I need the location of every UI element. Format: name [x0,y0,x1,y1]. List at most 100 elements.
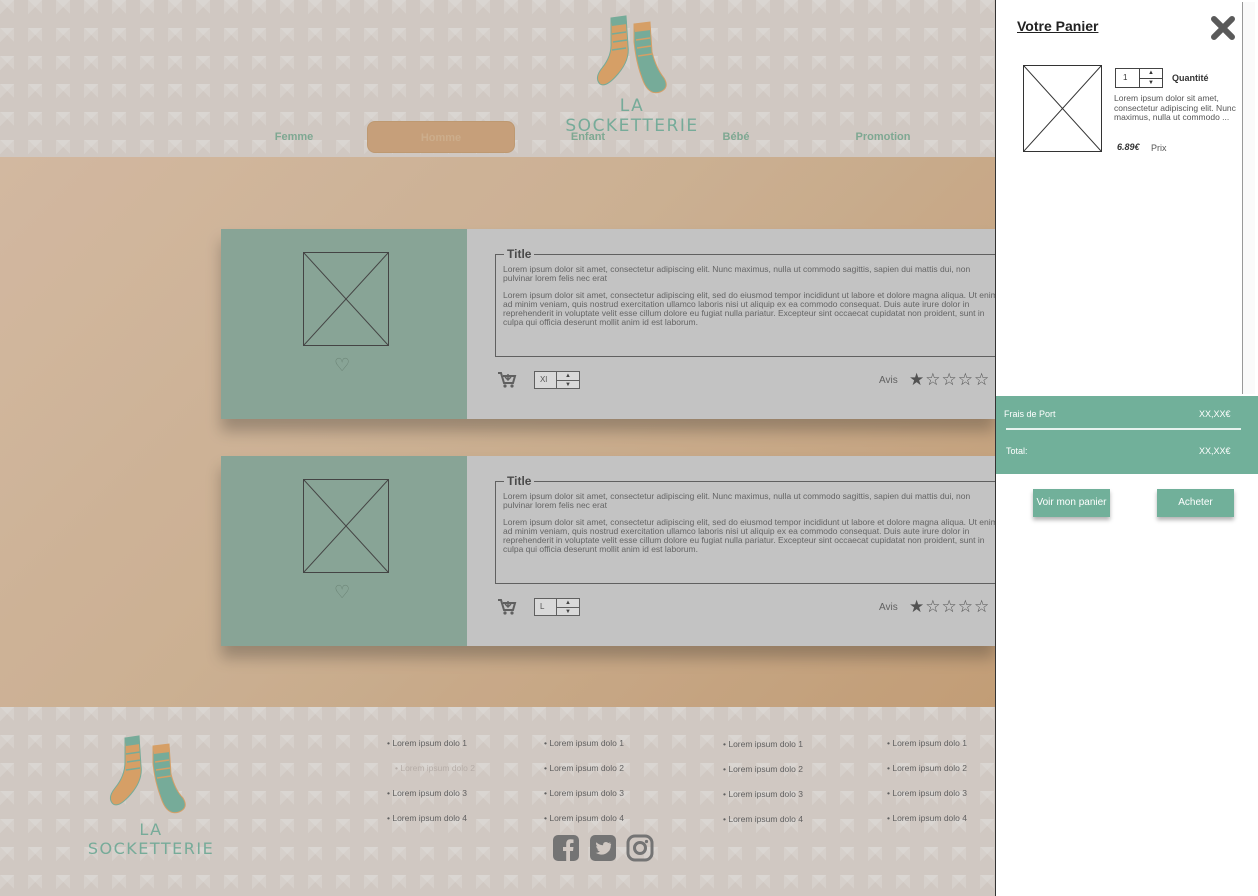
size-stepper[interactable]: Xl ▲ ▼ [534,371,580,389]
cart-panel: Votre Panier 1 ▲ ▼ Quantité Lorem ipsum d… [995,0,1258,896]
store-page: LA SOCKETTERIE Femme Homme Enfant Bébé P… [0,0,995,896]
footer-link[interactable]: • Lorem ipsum dolo 1 [387,737,537,762]
rating-stars[interactable]: ★☆☆☆☆ [909,370,990,390]
product-desc-long: Lorem ipsum dolor sit amet, consectetur … [503,290,995,327]
quantity-value: 1 [1123,73,1128,82]
footer-link[interactable]: • Lorem ipsum dolo 3 [887,787,995,812]
chevron-down-icon[interactable]: ▼ [557,381,579,389]
total-label: Total: [1006,446,1028,456]
cart-item-price: 6.89€ [1117,142,1140,152]
product-image[interactable] [303,479,389,573]
chevron-down-icon[interactable]: ▼ [1140,79,1162,88]
size-value: L [540,602,545,611]
footer-link[interactable]: • Lorem ipsum dolo 1 [544,737,694,762]
buy-button[interactable]: Acheter [1157,489,1234,517]
price-label: Prix [1151,143,1167,153]
close-icon[interactable] [1211,16,1235,40]
star-empty-icon[interactable]: ☆ [974,597,990,616]
footer-link[interactable]: • Lorem ipsum dolo 2 [887,762,995,787]
total-value: XX,XX€ [1199,446,1231,456]
footer-link[interactable]: • Lorem ipsum dolo 3 [723,788,873,813]
product-details: Title Lorem ipsum dolor sit amet, consec… [467,456,995,646]
footer-column: • Lorem ipsum dolo 1 • Lorem ipsum dolo … [723,738,873,838]
cart-item-image[interactable] [1023,65,1102,152]
product-details: Title Lorem ipsum dolor sit amet, consec… [467,229,995,419]
cart-scrollbar[interactable] [1242,2,1255,394]
footer-link[interactable]: • Lorem ipsum dolo 1 [723,738,873,763]
product-image-panel: ♡ [221,456,467,646]
favorite-heart-icon[interactable]: ♡ [334,582,350,603]
star-empty-icon[interactable]: ☆ [925,370,941,389]
footer-link[interactable]: • Lorem ipsum dolo 2 [544,762,694,787]
reviews-label: Avis [879,375,898,386]
product-desc-short: Lorem ipsum dolor sit amet, consectetur … [503,491,971,510]
nav-item-enfant[interactable]: Enfant [514,121,662,153]
nav-item-promotion[interactable]: Promotion [809,121,957,153]
nav-item-femme[interactable]: Femme [220,121,368,153]
add-to-cart-icon[interactable] [497,371,517,394]
main-nav: Femme Homme Enfant Bébé Promotion [220,121,995,153]
product-list: ♡ Title Lorem ipsum dolor sit amet, cons… [0,157,995,707]
chevron-up-icon[interactable]: ▲ [557,372,579,381]
star-empty-icon[interactable]: ☆ [925,597,941,616]
image-placeholder-icon [1023,65,1102,152]
add-to-cart-icon[interactable] [497,598,517,621]
rating-stars[interactable]: ★☆☆☆☆ [909,597,990,617]
chevron-up-icon[interactable]: ▲ [557,599,579,608]
favorite-heart-icon[interactable]: ♡ [334,355,350,376]
footer-link[interactable]: • Lorem ipsum dolo 3 [544,787,694,812]
star-empty-icon[interactable]: ☆ [958,597,974,616]
product-image-panel: ♡ [221,229,467,419]
footer-brand-logo[interactable]: LA SOCKETTERIE [75,732,227,858]
footer-link[interactable]: • Lorem ipsum dolo 2 [723,763,873,788]
quantity-stepper[interactable]: 1 ▲ ▼ [1115,68,1163,88]
footer-link[interactable]: • Lorem ipsum dolo 4 [387,812,537,837]
product-description-box: Title Lorem ipsum dolor sit amet, consec… [495,247,995,357]
footer-link[interactable]: • Lorem ipsum dolo 4 [723,813,873,838]
size-stepper[interactable]: L ▲ ▼ [534,598,580,616]
brand-logo[interactable]: LA SOCKETTERIE [556,12,708,136]
chevron-up-icon[interactable]: ▲ [1140,69,1162,79]
star-empty-icon[interactable]: ☆ [958,370,974,389]
product-title: Title [504,474,535,488]
summary-divider [1006,428,1241,430]
product-desc-long: Lorem ipsum dolor sit amet, consectetur … [503,517,995,554]
reviews-label: Avis [879,602,898,613]
socks-logo-icon [109,735,186,814]
footer-link[interactable]: • Lorem ipsum dolo 1 [887,737,995,762]
image-placeholder-icon [303,252,389,346]
footer-link[interactable]: • Lorem ipsum dolo 2 [387,762,537,787]
star-filled-icon[interactable]: ★ [909,597,925,616]
twitter-icon[interactable] [589,834,617,862]
quantity-label: Quantité [1172,73,1209,83]
view-cart-button[interactable]: Voir mon panier [1033,489,1110,517]
star-empty-icon[interactable]: ☆ [974,370,990,389]
size-value: Xl [540,375,548,384]
product-card: ♡ Title Lorem ipsum dolor sit amet, cons… [221,456,995,646]
footer-column: • Lorem ipsum dolo 1 • Lorem ipsum dolo … [387,737,537,837]
nav-item-homme[interactable]: Homme [367,121,515,153]
star-empty-icon[interactable]: ☆ [942,597,958,616]
product-description-box: Title Lorem ipsum dolor sit amet, consec… [495,474,995,584]
socks-logo-icon [596,15,667,94]
cart-item-desc: Lorem ipsum dolor sit amet, consectetur … [1114,93,1236,122]
image-placeholder-icon [303,479,389,573]
star-filled-icon[interactable]: ★ [909,370,925,389]
footer-link[interactable]: • Lorem ipsum dolo 4 [887,812,995,837]
nav-item-bebe[interactable]: Bébé [662,121,810,153]
product-desc-short: Lorem ipsum dolor sit amet, consectetur … [503,264,971,283]
footer-column: • Lorem ipsum dolo 1 • Lorem ipsum dolo … [544,737,694,837]
shipping-label: Frais de Port [1004,409,1056,419]
product-title: Title [504,247,535,261]
shipping-value: XX,XX€ [1199,409,1231,419]
star-empty-icon[interactable]: ☆ [942,370,958,389]
cart-summary: Frais de Port XX,XX€ Total: XX,XX€ [996,396,1258,474]
instagram-icon[interactable] [626,834,654,862]
chevron-down-icon[interactable]: ▼ [557,608,579,616]
footer-link[interactable]: • Lorem ipsum dolo 3 [387,787,537,812]
product-image[interactable] [303,252,389,346]
footer-logo-text: LA SOCKETTERIE [87,820,215,858]
site-header: LA SOCKETTERIE Femme Homme Enfant Bébé P… [0,0,995,157]
product-card: ♡ Title Lorem ipsum dolor sit amet, cons… [221,229,995,419]
facebook-icon[interactable] [552,834,580,862]
